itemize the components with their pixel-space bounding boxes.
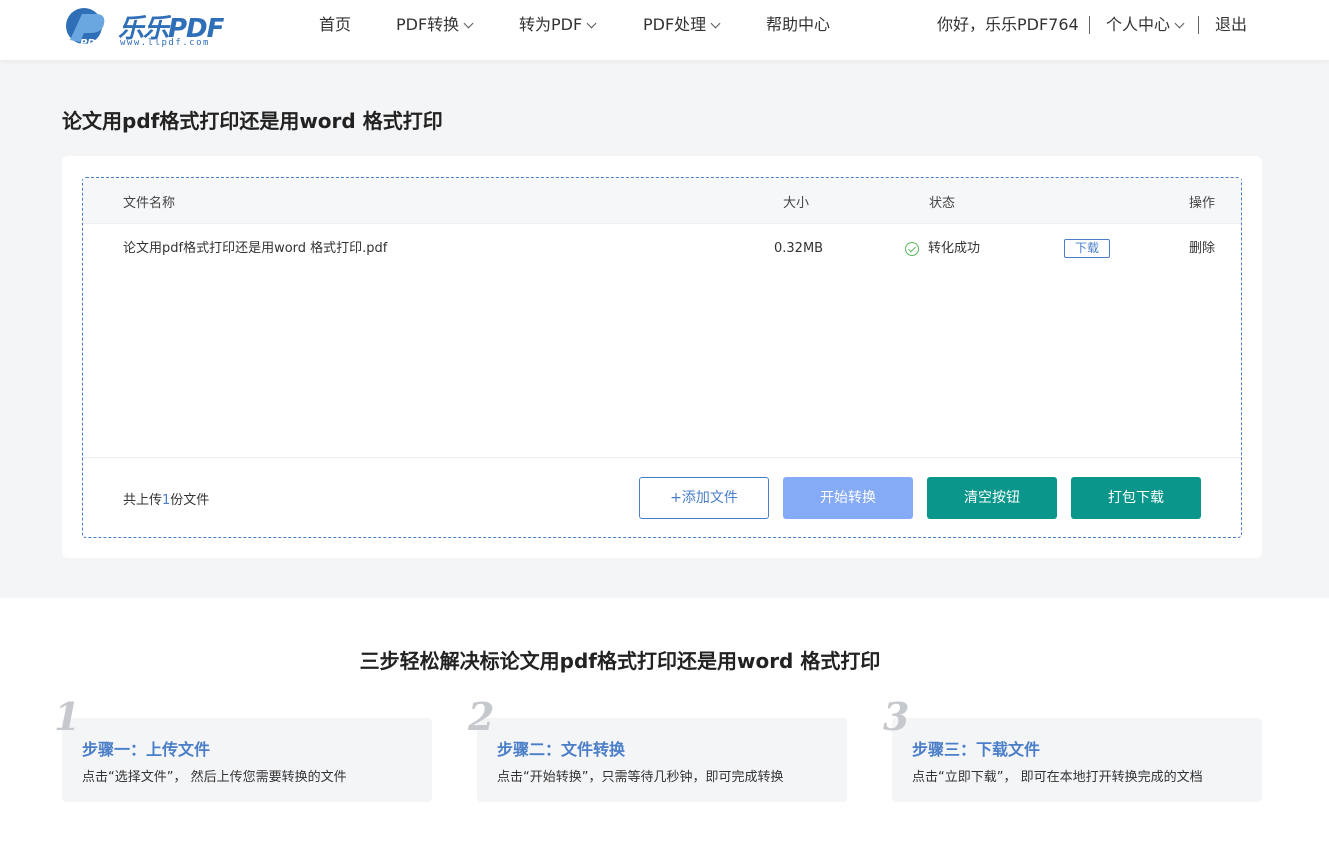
step-number-3: 3 bbox=[883, 694, 910, 739]
clear-button[interactable]: 清空按钮 bbox=[927, 477, 1057, 519]
nav-home[interactable]: 首页 bbox=[319, 14, 351, 36]
step-card-1 bbox=[62, 718, 432, 802]
file-name: 论文用pdf格式打印还是用word 格式打印.pdf bbox=[123, 241, 388, 256]
file-table-header: 文件名称 大小 状态 操作 bbox=[83, 178, 1241, 224]
nav-to-pdf-label: 转为PDF bbox=[519, 15, 583, 34]
col-header-action: 操作 bbox=[1189, 196, 1216, 211]
nav-help[interactable]: 帮助中心 bbox=[766, 14, 830, 36]
step-desc-2: 点击“开始转换”，只需等待几秒钟，即可完成转换 bbox=[497, 770, 784, 785]
success-check-icon bbox=[905, 242, 919, 256]
delete-link[interactable]: 删除 bbox=[1189, 240, 1215, 258]
page-title: 论文用pdf格式打印还是用word 格式打印 bbox=[62, 109, 443, 133]
col-header-size: 大小 bbox=[783, 196, 810, 211]
user-center-menu[interactable]: 个人中心 bbox=[1106, 14, 1185, 36]
download-button[interactable]: 下载 bbox=[1064, 239, 1110, 258]
step-desc-1: 点击“选择文件”， 然后上传您需要转换的文件 bbox=[82, 770, 347, 785]
pack-download-button[interactable]: 打包下载 bbox=[1071, 477, 1201, 519]
steps-title: 三步轻松解决标论文用pdf格式打印还是用word 格式打印 bbox=[359, 649, 881, 673]
step-number-2: 2 bbox=[468, 694, 495, 739]
chevron-down-icon bbox=[1174, 18, 1185, 29]
nav-home-label: 首页 bbox=[319, 15, 352, 34]
upload-count: 共上传1份文件 bbox=[123, 489, 209, 508]
start-convert-button[interactable]: 开始转换 bbox=[783, 477, 913, 519]
site-logo[interactable]: PDF 乐乐PDF www.llpdf.com bbox=[60, 4, 230, 52]
step-heading-1: 步骤一：上传文件 bbox=[82, 740, 211, 759]
upload-count-suffix: 份文件 bbox=[170, 493, 210, 508]
user-center-label: 个人中心 bbox=[1106, 15, 1171, 34]
nav-help-label: 帮助中心 bbox=[766, 15, 831, 34]
pdf-logo-icon: PDF bbox=[66, 8, 105, 49]
add-file-button[interactable]: +添加文件 bbox=[639, 477, 769, 519]
step-card-2 bbox=[477, 718, 847, 802]
chevron-down-icon bbox=[586, 18, 597, 29]
logo-mark-text: PDF bbox=[80, 38, 103, 49]
brand-url: www.llpdf.com bbox=[120, 38, 210, 48]
header-divider bbox=[1089, 16, 1090, 34]
divider bbox=[83, 457, 1241, 458]
upload-count-prefix: 共上传 bbox=[123, 493, 163, 508]
logout-link[interactable]: 退出 bbox=[1215, 14, 1247, 36]
col-header-name: 文件名称 bbox=[123, 196, 176, 211]
step-heading-3: 步骤三：下载文件 bbox=[912, 740, 1041, 759]
nav-pdf-process-label: PDF处理 bbox=[643, 15, 707, 34]
chevron-down-icon bbox=[710, 18, 721, 29]
nav-pdf-convert-label: PDF转换 bbox=[396, 15, 460, 34]
top-header: PDF 乐乐PDF www.llpdf.com 首页 PDF转换 转为PDF P… bbox=[0, 0, 1329, 60]
step-number-1: 1 bbox=[54, 694, 81, 739]
header-divider bbox=[1198, 16, 1199, 34]
chevron-down-icon bbox=[463, 18, 474, 29]
file-status: 转化成功 bbox=[928, 241, 981, 256]
step-card-3 bbox=[892, 718, 1262, 802]
nav-pdf-process[interactable]: PDF处理 bbox=[643, 14, 721, 36]
step-heading-2: 步骤二：文件转换 bbox=[497, 740, 626, 759]
step-desc-3: 点击“立即下载”， 即可在本地打开转换完成的文档 bbox=[912, 770, 1203, 785]
col-header-status: 状态 bbox=[929, 196, 956, 211]
nav-pdf-convert[interactable]: PDF转换 bbox=[396, 14, 474, 36]
file-size: 0.32MB bbox=[774, 241, 824, 256]
user-greeting: 你好，乐乐PDF764 bbox=[937, 15, 1079, 34]
nav-to-pdf[interactable]: 转为PDF bbox=[519, 14, 597, 36]
